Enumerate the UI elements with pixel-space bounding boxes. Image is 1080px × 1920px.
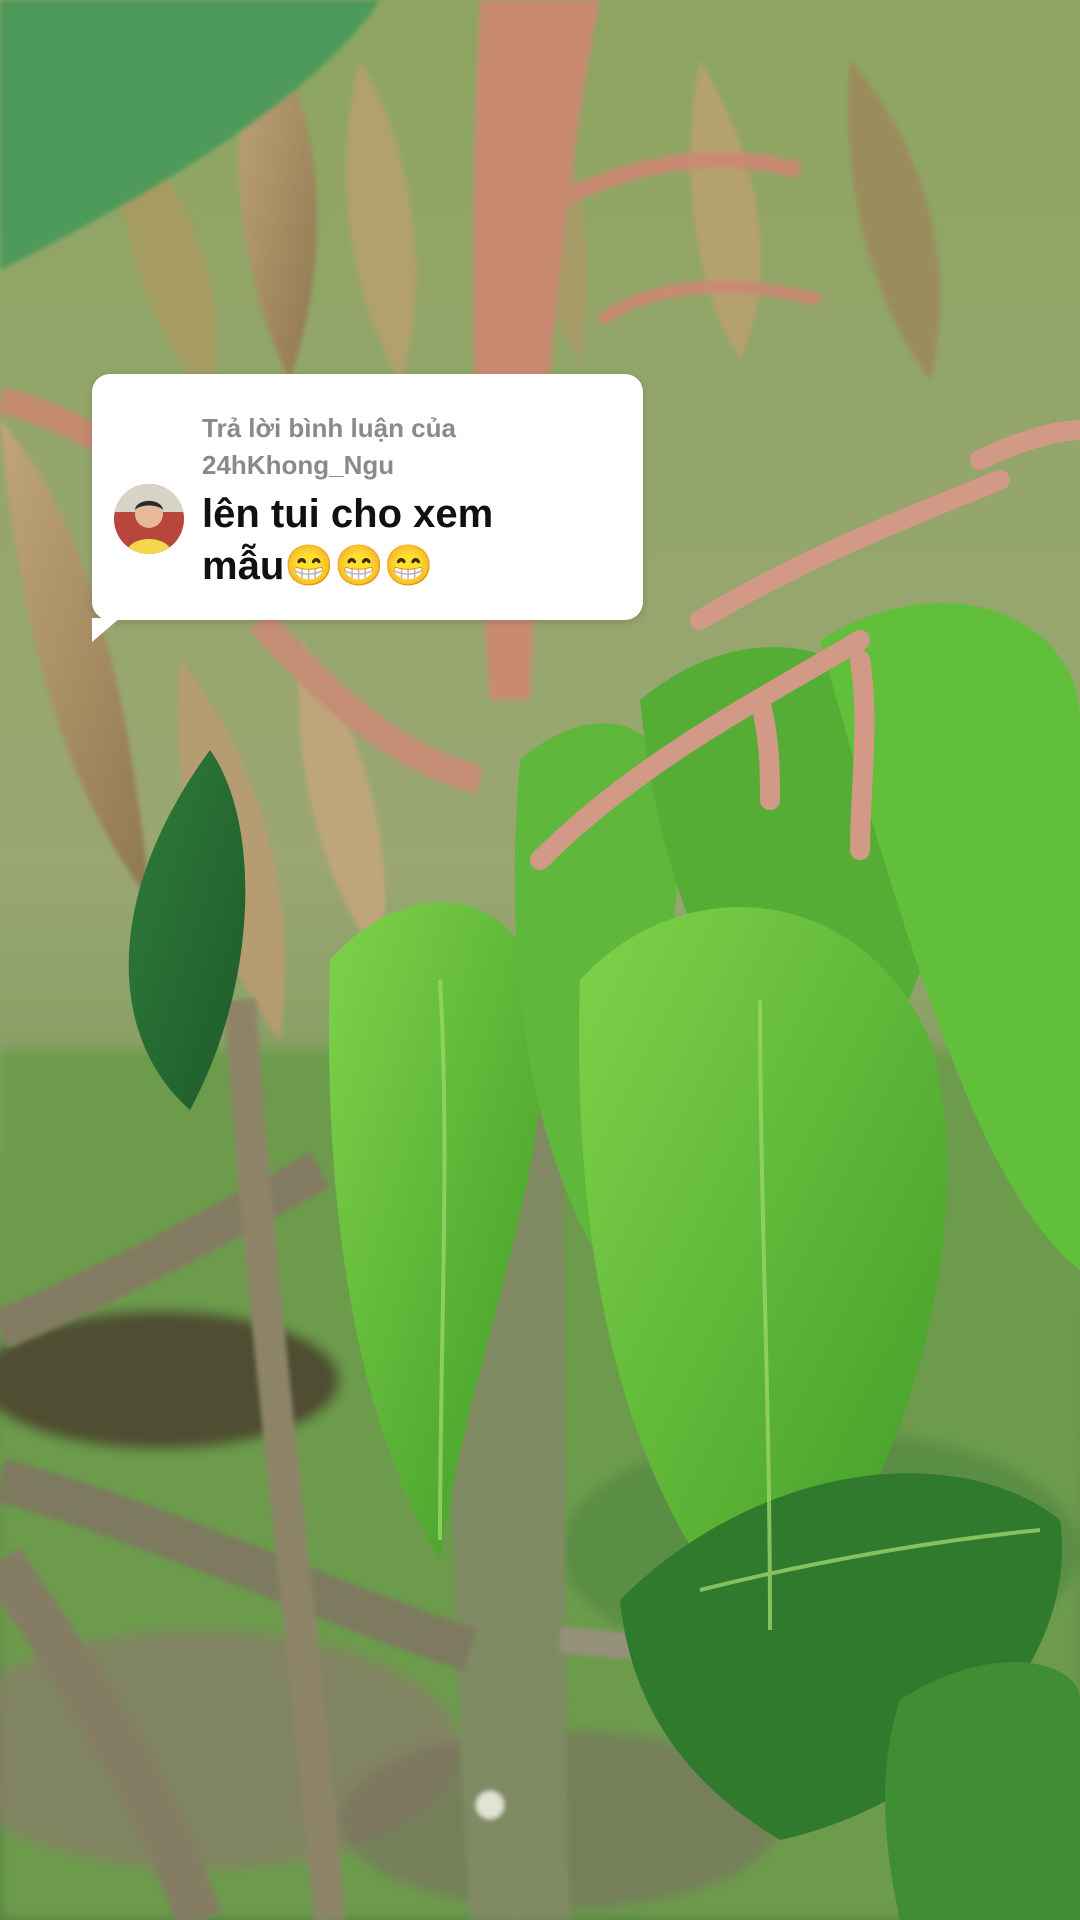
comment-text: lên tui cho xem mẫu😁😁😁 — [202, 488, 622, 592]
reply-header: Trả lời bình luận của 24hKhong_Ngu — [202, 410, 622, 484]
comment-text-line-2: mẫu😁😁😁 — [202, 544, 434, 588]
background-plant-photo — [0, 0, 1080, 1920]
bubble-tail — [92, 618, 120, 642]
reply-header-label: Trả lời bình luận của — [202, 413, 456, 443]
reply-comment-bubble[interactable]: Trả lời bình luận của 24hKhong_Ngu lên t… — [92, 374, 643, 642]
reply-username[interactable]: 24hKhong_Ngu — [202, 447, 622, 484]
comment-text-line-1: lên tui cho xem — [202, 492, 494, 536]
user-avatar-icon — [114, 484, 184, 554]
